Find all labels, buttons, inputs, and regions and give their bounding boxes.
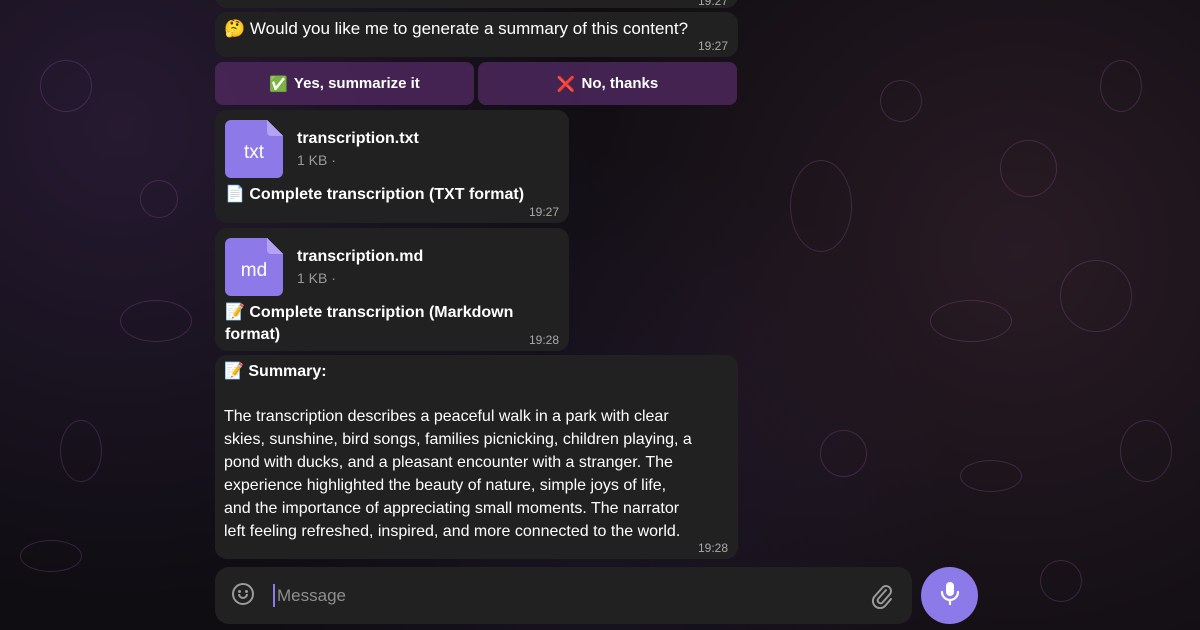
document-file-icon[interactable]: md (225, 238, 283, 296)
file-extension: txt (243, 142, 265, 163)
file-message-txt[interactable]: txt transcription.txt 1 KB · 📄 Complete … (215, 110, 569, 223)
file-extension: md (240, 260, 268, 281)
question-text: Would you like me to generate a summary … (249, 19, 689, 38)
microphone-button[interactable] (921, 567, 978, 624)
message-time: 19:28 (697, 541, 728, 555)
cross-mark-icon: ❌ (556, 75, 576, 93)
summary-body: The transcription describes a peaceful w… (224, 405, 692, 543)
check-mark-icon: ✅ (269, 75, 288, 93)
file-size: 1 KB · (297, 270, 336, 286)
memo-emoji-icon: 📝 (224, 363, 244, 380)
page-emoji-icon: 📄 (225, 186, 245, 203)
message-input[interactable] (275, 579, 859, 613)
summary-line: The transcription describes a peaceful w… (224, 408, 669, 425)
summary-line: skies, sunshine, bird songs, families pi… (224, 431, 692, 448)
file-caption-text: Complete transcription (TXT format) (249, 186, 525, 203)
message-list[interactable]: 19:27 🤔 Would you like me to generate a … (215, 0, 815, 565)
file-caption-text: Complete transcription (Markdown (249, 304, 514, 321)
paperclip-icon[interactable] (871, 583, 893, 610)
file-size: 1 KB · (297, 152, 336, 168)
message-bubble-summary: 📝 Summary: The transcription describes a… (215, 355, 738, 559)
message-time: 19:27 (697, 0, 728, 8)
summary-line: pond with ducks, and a pleasant encounte… (224, 454, 673, 471)
thinking-emoji-icon: 🤔 (224, 19, 246, 38)
message-time: 19:27 (528, 205, 559, 219)
file-message-md[interactable]: md transcription.md 1 KB · 📝 Complete tr… (215, 228, 569, 351)
question-text-row: 🤔 Would you like me to generate a summar… (224, 19, 688, 39)
message-bubble-partial: 19:27 (215, 0, 738, 8)
summary-line: left feeling refreshed, inspired, and mo… (224, 523, 681, 540)
summary-line: and the importance of appreciating small… (224, 500, 680, 517)
file-name[interactable]: transcription.txt (297, 130, 419, 148)
summary-line: experience highlighted the beauty of nat… (224, 477, 667, 494)
summary-heading-row: 📝 Summary: (224, 361, 327, 381)
summary-heading: Summary: (248, 363, 327, 380)
message-time: 19:27 (697, 39, 728, 53)
document-file-icon[interactable]: txt (225, 120, 283, 178)
yes-summarize-button[interactable]: ✅ Yes, summarize it (215, 62, 474, 105)
no-thanks-button[interactable]: ❌ No, thanks (478, 62, 737, 105)
file-caption: 📄 Complete transcription (TXT format) (225, 184, 524, 206)
message-time: 19:28 (528, 333, 559, 347)
message-bubble-question: 🤔 Would you like me to generate a summar… (215, 12, 738, 57)
no-thanks-label: No, thanks (581, 75, 659, 92)
yes-summarize-label: Yes, summarize it (293, 75, 420, 92)
file-caption: 📝 Complete transcription (Markdown forma… (225, 302, 513, 346)
file-name[interactable]: transcription.md (297, 248, 423, 266)
emoji-icon[interactable] (232, 583, 254, 605)
message-composer (215, 567, 912, 624)
file-caption-text-cont: format) (225, 326, 281, 343)
memo-emoji-icon: 📝 (225, 304, 245, 321)
microphone-icon (939, 580, 961, 611)
